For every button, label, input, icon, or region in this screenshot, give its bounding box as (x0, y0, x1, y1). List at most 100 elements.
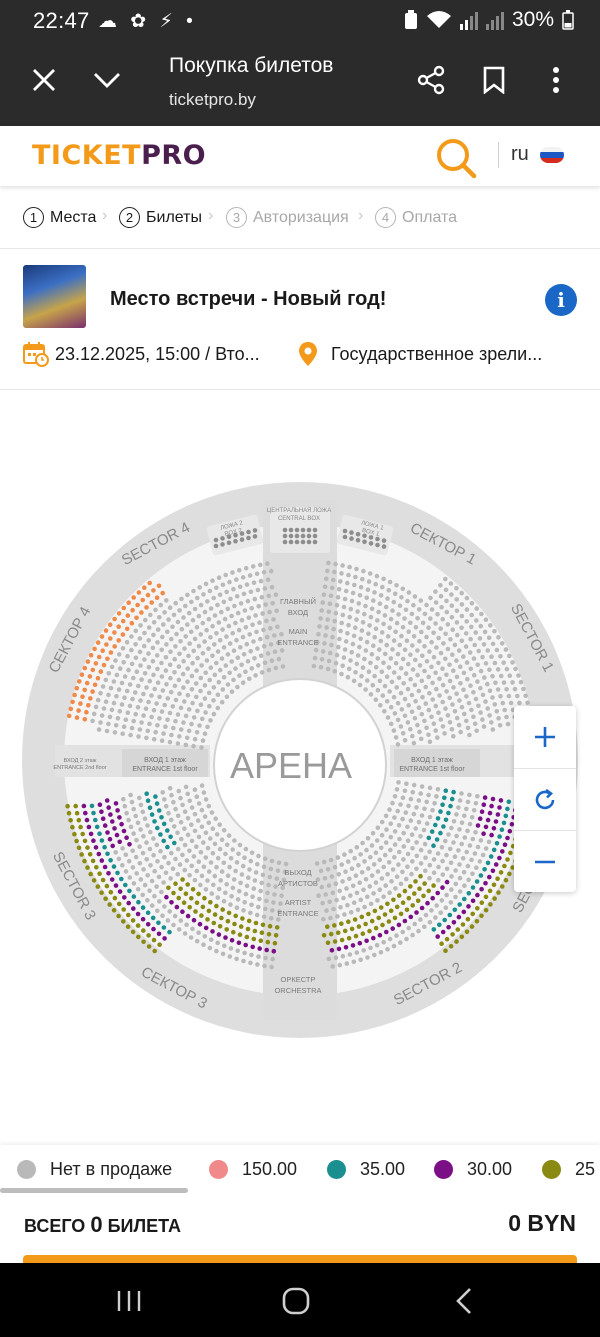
seat (387, 625, 393, 630)
chevron-down-icon[interactable] (85, 58, 129, 102)
search-icon[interactable] (434, 136, 478, 180)
recent-apps-icon[interactable] (109, 1285, 149, 1317)
back-icon[interactable] (444, 1285, 484, 1317)
seat (212, 672, 218, 678)
seat (162, 904, 167, 909)
legend-item-30[interactable]: 30.00 (434, 1159, 512, 1180)
seat (247, 676, 252, 682)
seat (202, 683, 208, 688)
seat (221, 675, 227, 680)
seat (141, 691, 146, 697)
seat (136, 734, 141, 739)
seat (214, 631, 219, 636)
seat (151, 632, 156, 638)
seat (173, 856, 178, 862)
seat (151, 852, 156, 858)
seat-map-canvas[interactable]: АРЕНА ЦЕНТРАЛЬНАЯ ЛОЖА CENTRAL BOX ЛОЖА 2… (0, 390, 600, 1145)
close-icon[interactable] (22, 58, 66, 102)
bookmark-icon[interactable] (472, 58, 516, 102)
seat (475, 823, 481, 828)
seat (216, 620, 222, 625)
seat (382, 683, 388, 689)
seat (161, 821, 167, 827)
more-menu-icon[interactable] (534, 58, 578, 102)
seat (215, 692, 221, 698)
seat (470, 836, 476, 842)
seat (447, 678, 453, 684)
legend-item-unavailable[interactable]: Нет в продаже (17, 1159, 172, 1180)
seat (173, 718, 178, 724)
seat (142, 657, 147, 662)
seat (114, 832, 120, 838)
site-logo[interactable]: TICKETPRO (32, 140, 206, 171)
info-icon[interactable]: i (545, 284, 577, 316)
seat (145, 922, 151, 927)
seat (373, 880, 379, 885)
seat (454, 597, 460, 602)
seat (231, 648, 237, 653)
browser-url[interactable]: ticketpro.by (169, 90, 256, 110)
seat (408, 652, 413, 657)
step-tickets[interactable]: 2 Билеты (119, 207, 202, 228)
seat (419, 905, 425, 911)
seat-map[interactable]: АРЕНА ЦЕНТРАЛЬНАЯ ЛОЖА CENTRAL BOX ЛОЖА 2… (0, 390, 600, 1145)
seat (406, 803, 411, 809)
legend-item-25[interactable]: 25 (542, 1159, 595, 1180)
seat (191, 743, 196, 749)
event-poster[interactable] (23, 265, 86, 328)
seat (268, 625, 273, 631)
seat (405, 864, 410, 870)
seat (251, 886, 257, 891)
seat (433, 728, 439, 733)
seat (430, 807, 435, 813)
seat (255, 663, 261, 668)
seat (364, 639, 370, 645)
seat (496, 890, 501, 895)
seat (451, 789, 456, 795)
seat (483, 907, 489, 913)
tickets-count: ВСЕГО 0 БИЛЕТА (24, 1212, 181, 1237)
seat (109, 707, 115, 713)
seat (358, 636, 364, 642)
seat (85, 845, 90, 850)
seat (162, 797, 167, 802)
seat (166, 617, 171, 622)
seat (151, 937, 157, 943)
seat (185, 679, 190, 684)
seat (161, 925, 167, 930)
zoom-out-button[interactable] (514, 830, 576, 892)
box-seat (375, 542, 380, 548)
step-seats[interactable]: 1 Места (23, 207, 96, 228)
seat (150, 645, 156, 651)
seat (265, 890, 270, 896)
price-legend[interactable]: Нет в продаже 150.00 35.00 30.00 25 (0, 1145, 600, 1195)
legend-item-35[interactable]: 35.00 (327, 1159, 405, 1180)
reset-zoom-button[interactable] (514, 768, 576, 830)
seat (466, 904, 471, 909)
buy-button[interactable] (23, 1255, 577, 1263)
seat (498, 870, 504, 875)
seat (385, 901, 390, 907)
seat (180, 802, 185, 808)
legend-item-150[interactable]: 150.00 (209, 1159, 297, 1180)
seat (401, 844, 407, 849)
seat (438, 830, 443, 836)
seat (447, 912, 453, 918)
zoom-in-button[interactable] (514, 706, 576, 768)
event-venue[interactable]: Государственное зрели... (331, 344, 542, 365)
seat (504, 666, 510, 672)
seat (149, 812, 155, 817)
seat (406, 629, 412, 634)
seat (240, 863, 246, 869)
legend-scrollbar[interactable] (0, 1188, 188, 1193)
seat (171, 824, 177, 829)
seat (456, 914, 462, 920)
seat (187, 641, 192, 646)
share-icon[interactable] (409, 58, 453, 102)
seat (204, 627, 209, 633)
home-icon[interactable] (276, 1285, 316, 1317)
flag-icon[interactable] (540, 147, 564, 163)
seat (164, 894, 169, 900)
language-selector[interactable]: ru (511, 143, 529, 166)
seat (469, 707, 474, 713)
